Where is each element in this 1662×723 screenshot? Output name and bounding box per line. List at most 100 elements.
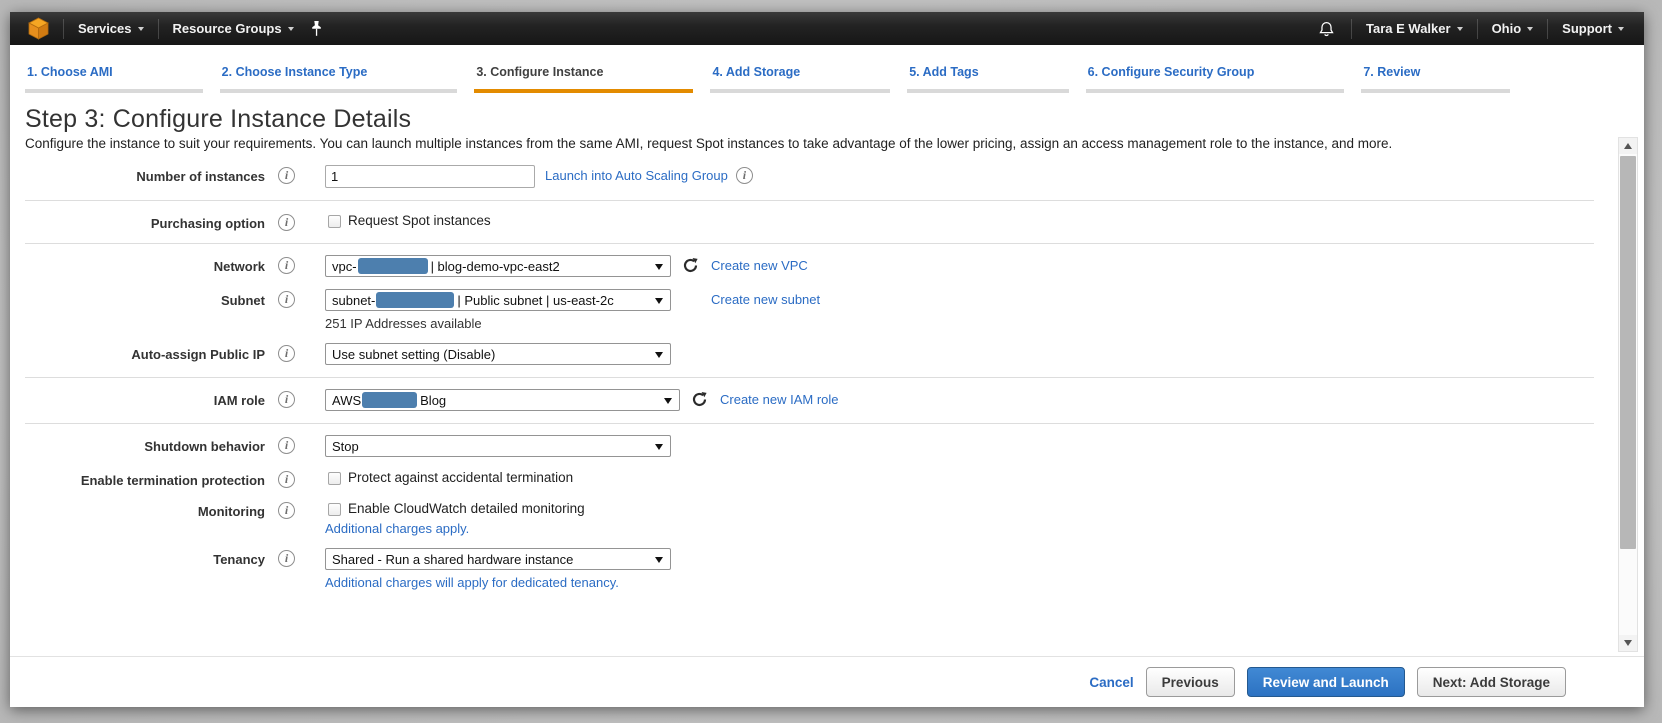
- nav-support-menu[interactable]: Support: [1562, 21, 1624, 36]
- number-of-instances-input[interactable]: [325, 165, 535, 188]
- scroll-down-button[interactable]: [1619, 635, 1637, 651]
- row-subnet: Subnet i subnet-| Public subnet | us-eas…: [10, 289, 1644, 331]
- notifications-bell-icon[interactable]: [1318, 20, 1335, 38]
- console-window: Services Resource Groups Tara E Walke: [10, 12, 1644, 707]
- field-label: Network: [10, 255, 265, 274]
- info-icon[interactable]: i: [278, 167, 295, 184]
- info-icon[interactable]: i: [736, 167, 753, 184]
- info-icon[interactable]: i: [278, 437, 295, 454]
- row-monitoring: Monitoring i Enable CloudWatch detailed …: [10, 500, 1644, 536]
- subnet-availability-note: 251 IP Addresses available: [325, 316, 671, 331]
- select-value-suffix: Blog: [420, 393, 446, 408]
- info-icon[interactable]: i: [278, 257, 295, 274]
- tab-choose-ami[interactable]: 1. Choose AMI: [25, 65, 203, 93]
- dropdown-arrow-icon: [655, 444, 663, 450]
- tab-configure-instance[interactable]: 3. Configure Instance: [474, 65, 693, 93]
- field-label: Auto-assign Public IP: [10, 343, 265, 362]
- row-auto-assign-public-ip: Auto-assign Public IP i Use subnet setti…: [10, 343, 1644, 365]
- triangle-down-icon: [1624, 640, 1632, 646]
- field-label: Subnet: [10, 289, 265, 308]
- tab-configure-security-group[interactable]: 6. Configure Security Group: [1086, 65, 1345, 93]
- field-label: Shutdown behavior: [10, 435, 265, 454]
- dropdown-arrow-icon: [655, 298, 663, 304]
- info-icon[interactable]: i: [278, 291, 295, 308]
- auto-assign-public-ip-select[interactable]: Use subnet setting (Disable): [325, 343, 671, 365]
- divider: [25, 423, 1594, 424]
- checkbox-label: Protect against accidental termination: [348, 469, 573, 485]
- row-iam-role: IAM role i AWS Blog Create new IAM role: [10, 389, 1644, 411]
- nav-user-label: Tara E Walker: [1366, 21, 1451, 36]
- network-select[interactable]: vpc-| blog-demo-vpc-east2: [325, 255, 671, 277]
- dropdown-arrow-icon: [655, 352, 663, 358]
- wizard-step-tabs: 1. Choose AMI 2. Choose Instance Type 3.…: [10, 45, 1644, 100]
- request-spot-instances-checkbox[interactable]: [328, 215, 341, 228]
- chevron-down-icon: [1618, 27, 1624, 31]
- field-label: Enable termination protection: [10, 469, 265, 488]
- review-and-launch-button[interactable]: Review and Launch: [1247, 667, 1405, 697]
- refresh-icon[interactable]: [691, 391, 709, 408]
- shutdown-behavior-select[interactable]: Stop: [325, 435, 671, 457]
- refresh-icon[interactable]: [682, 257, 700, 274]
- pushpin-icon[interactable]: [310, 20, 323, 37]
- field-label: Monitoring: [10, 500, 265, 519]
- nav-region-menu[interactable]: Ohio: [1492, 21, 1534, 36]
- select-value-suffix: | Public subnet | us-east-2c: [457, 293, 613, 308]
- tab-add-tags[interactable]: 5. Add Tags: [907, 65, 1068, 93]
- dedicated-tenancy-charges-link[interactable]: Additional charges will apply for dedica…: [325, 575, 671, 590]
- field-label: Tenancy: [10, 548, 265, 567]
- scrollbar-thumb[interactable]: [1620, 156, 1636, 549]
- previous-button[interactable]: Previous: [1146, 667, 1235, 697]
- nav-user-menu[interactable]: Tara E Walker: [1366, 21, 1463, 36]
- tab-review[interactable]: 7. Review: [1361, 65, 1510, 93]
- divider: [25, 377, 1594, 378]
- next-add-storage-button[interactable]: Next: Add Storage: [1417, 667, 1566, 697]
- select-value: Use subnet setting (Disable): [332, 347, 495, 362]
- row-network: Network i vpc-| blog-demo-vpc-east2 Crea…: [10, 255, 1644, 277]
- launch-into-auto-scaling-group-link[interactable]: Launch into Auto Scaling Group: [545, 168, 728, 183]
- page-description: Configure the instance to suit your requ…: [25, 136, 1644, 151]
- subnet-select[interactable]: subnet-| Public subnet | us-east-2c: [325, 289, 671, 311]
- dropdown-arrow-icon: [655, 557, 663, 563]
- tenancy-select[interactable]: Shared - Run a shared hardware instance: [325, 548, 671, 570]
- tab-add-storage[interactable]: 4. Add Storage: [710, 65, 890, 93]
- termination-protection-checkbox[interactable]: [328, 472, 341, 485]
- info-icon[interactable]: i: [278, 471, 295, 488]
- create-new-vpc-link[interactable]: Create new VPC: [711, 258, 808, 273]
- checkbox-label: Request Spot instances: [348, 212, 491, 228]
- select-value-prefix: AWS: [332, 393, 361, 408]
- info-icon[interactable]: i: [278, 391, 295, 408]
- additional-charges-link[interactable]: Additional charges apply.: [325, 521, 585, 536]
- create-new-subnet-link[interactable]: Create new subnet: [711, 292, 820, 307]
- nav-resource-groups-label: Resource Groups: [173, 21, 282, 36]
- chevron-down-icon: [288, 27, 294, 31]
- info-icon[interactable]: i: [278, 345, 295, 362]
- create-new-iam-role-link[interactable]: Create new IAM role: [720, 392, 839, 407]
- nav-region-label: Ohio: [1492, 21, 1522, 36]
- info-icon[interactable]: i: [278, 550, 295, 567]
- nav-resource-groups-menu[interactable]: Resource Groups: [173, 21, 294, 36]
- select-value-prefix: vpc-: [332, 259, 357, 274]
- cloudwatch-monitoring-checkbox[interactable]: [328, 503, 341, 516]
- info-icon[interactable]: i: [278, 502, 295, 519]
- scroll-up-button[interactable]: [1619, 138, 1637, 154]
- nav-divider: [63, 19, 64, 39]
- tab-choose-instance-type[interactable]: 2. Choose Instance Type: [220, 65, 458, 93]
- row-number-of-instances: Number of instances i Launch into Auto S…: [10, 165, 1644, 188]
- aws-logo-icon[interactable]: [28, 17, 49, 40]
- row-purchasing-option: Purchasing option i Request Spot instanc…: [10, 212, 1644, 231]
- divider: [25, 243, 1594, 244]
- field-label: IAM role: [10, 389, 265, 408]
- iam-role-select[interactable]: AWS Blog: [325, 389, 680, 411]
- triangle-up-icon: [1624, 143, 1632, 149]
- vertical-scrollbar[interactable]: [1618, 137, 1638, 652]
- info-icon[interactable]: i: [278, 214, 295, 231]
- configure-instance-panel: Step 3: Configure Instance Details Confi…: [10, 100, 1644, 656]
- nav-services-menu[interactable]: Services: [78, 21, 144, 36]
- select-value: Shared - Run a shared hardware instance: [332, 552, 573, 567]
- wizard-footer: Cancel Previous Review and Launch Next: …: [10, 656, 1644, 707]
- chevron-down-icon: [138, 27, 144, 31]
- redacted-value: [376, 292, 454, 308]
- dropdown-arrow-icon: [655, 264, 663, 270]
- cancel-link[interactable]: Cancel: [1089, 675, 1133, 690]
- nav-divider: [158, 19, 159, 39]
